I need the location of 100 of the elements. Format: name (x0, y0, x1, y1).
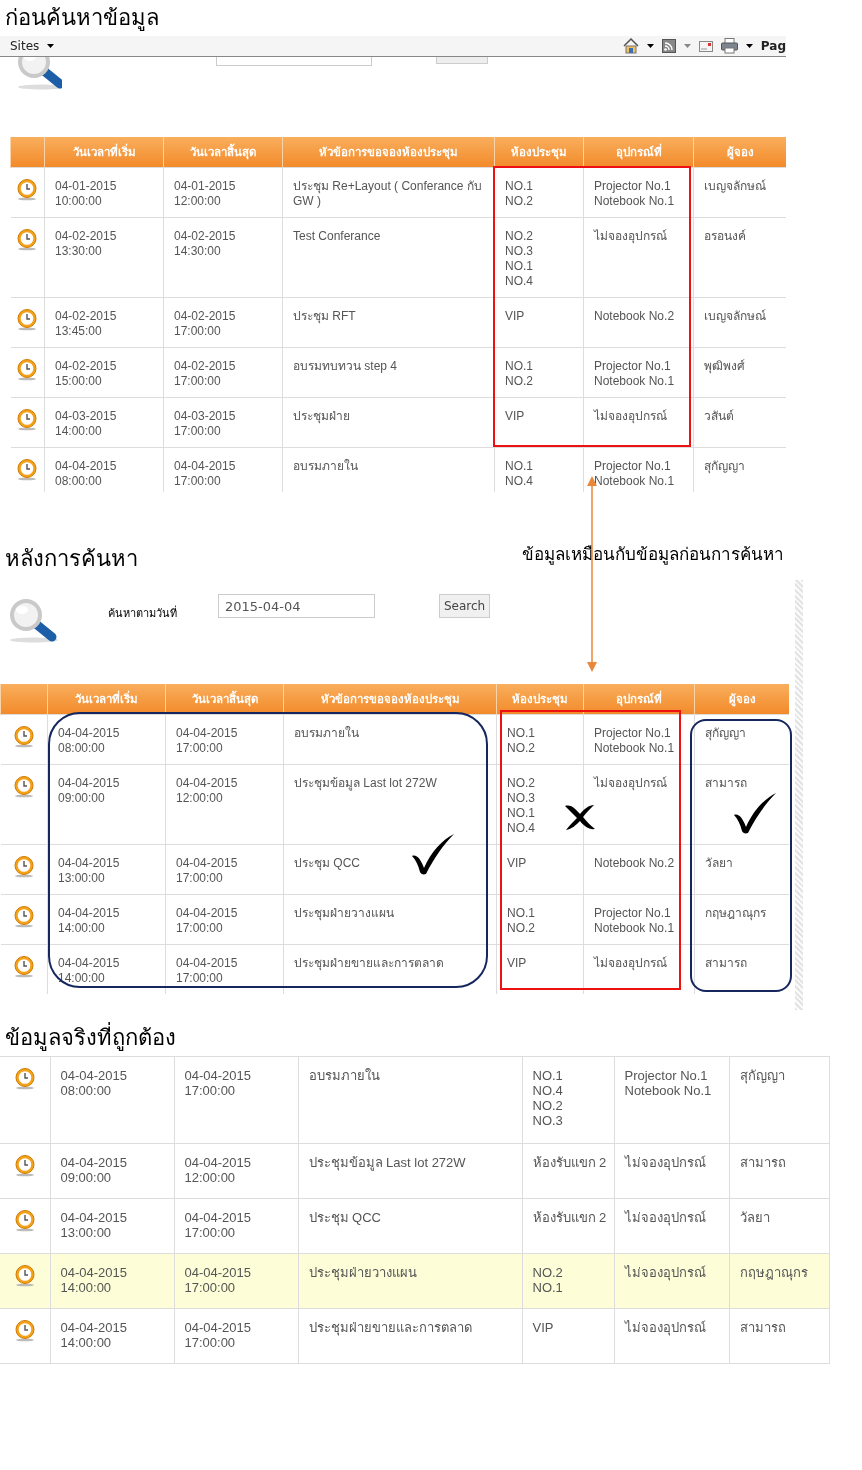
clock-icon (12, 724, 35, 748)
table-cell: Test Conferance (282, 217, 495, 297)
table-cell: สามารถ (729, 1143, 830, 1198)
table-cell: ไม่จองอุปกรณ์ (614, 1253, 729, 1308)
table-cell: 04-04-2015 12:00:00 (174, 1143, 298, 1198)
clock-icon (16, 457, 39, 481)
clock-icon (16, 407, 39, 431)
column-header: ผู้จอง (694, 684, 789, 714)
field-label: ค้นหาตามวันที่ (108, 604, 178, 622)
table-cell: Notebook No.2 (583, 844, 695, 894)
table-cell: 04-01-2015 10:00:00 (44, 167, 164, 217)
table-cell: 04-02-2015 13:45:00 (44, 297, 164, 347)
clock-icon (13, 1263, 36, 1287)
table-cell: NO.1 NO.2 (494, 167, 584, 217)
clock-icon (13, 1208, 36, 1232)
table-cell: 04-02-2015 17:00:00 (163, 297, 283, 347)
clock-icon (12, 774, 35, 798)
table-cell: ประชุมฝ่ายขายและการตลาด (283, 944, 497, 994)
table-cell: ประชุม Re+Layout ( Conferance กับ GW ) (282, 167, 495, 217)
table-cell: 04-04-2015 17:00:00 (163, 447, 283, 492)
table-cell: 04-04-2015 17:00:00 (174, 1056, 298, 1143)
table-cell: สามารถ (729, 1308, 830, 1363)
clock-icon (16, 357, 39, 381)
table-cell: เบญจลักษณ์ (693, 297, 786, 347)
date-field[interactable]: 2015-04-04 (218, 594, 375, 618)
section-title: ข้อมูลจริงที่ถูกต้อง (4, 1021, 176, 1053)
table-cell: ห้องรับแขก 2 (522, 1143, 614, 1198)
table-cell: สามารถ (694, 944, 789, 994)
table-cell: 04-02-2015 15:00:00 (44, 347, 164, 397)
table-cell: สุกัญญา (694, 714, 789, 764)
section-title: ก่อนค้นหาข้อมูล (4, 4, 159, 33)
table-cell: ประชุมฝ่ายขายและการตลาด (298, 1308, 522, 1363)
table-cell: 04-04-2015 09:00:00 (47, 764, 166, 844)
table-cell: 04-01-2015 12:00:00 (163, 167, 283, 217)
clock-icon (16, 177, 39, 201)
column-header: วันเวลาสิ้นสุด (163, 137, 283, 167)
table-cell: Projector No.1 Notebook No.1 (583, 714, 695, 764)
table-cell: 04-02-2015 17:00:00 (163, 347, 283, 397)
caret-icon[interactable] (646, 44, 654, 48)
input-field[interactable] (216, 57, 372, 66)
table-cell: เบญจลักษณ์ (693, 167, 786, 217)
table-cell: 04-04-2015 14:00:00 (47, 894, 166, 944)
clock-icon (13, 1318, 36, 1342)
column-header: ห้องประชุม (496, 684, 584, 714)
table-cell: 04-04-2015 12:00:00 (165, 764, 284, 844)
table-cell: 04-04-2015 14:00:00 (50, 1308, 174, 1363)
table-cell: 04-03-2015 14:00:00 (44, 397, 164, 447)
printer-icon[interactable] (720, 38, 738, 54)
caret-icon[interactable] (745, 44, 753, 48)
table-cell: วัลยา (694, 844, 789, 894)
table-cell: ห้องรับแขก 2 (522, 1198, 614, 1253)
table-cell: VIP (494, 397, 584, 447)
table-cell: Projector No.1 Notebook No.1 (614, 1056, 729, 1143)
toolbar-link[interactable]: Pag (760, 39, 786, 53)
table-cell: วสันต์ (693, 397, 786, 447)
table-cell: 04-02-2015 14:30:00 (163, 217, 283, 297)
clock-icon (12, 954, 35, 978)
table-cell: VIP (522, 1308, 614, 1363)
table-cell: 04-04-2015 17:00:00 (165, 844, 284, 894)
table-cell: 04-03-2015 17:00:00 (163, 397, 283, 447)
table-cell: วัลยา (729, 1198, 830, 1253)
toolbar-link[interactable]: Sites (10, 39, 40, 53)
column-header: วันเวลาที่เริ่ม (47, 684, 166, 714)
table-cell: 04-04-2015 17:00:00 (165, 894, 284, 944)
table-cell: ไม่จองอุปกรณ์ (614, 1198, 729, 1253)
home-icon[interactable] (622, 38, 639, 54)
clock-icon (16, 307, 39, 331)
column-header: อุปกรณ์ที่ (583, 137, 694, 167)
table-cell: ไม่จองอุปกรณ์ (614, 1308, 729, 1363)
table-cell: สุกัญญา (693, 447, 786, 492)
table-cell: กฤษฎาณุกร (729, 1253, 830, 1308)
table-cell: 04-04-2015 09:00:00 (50, 1143, 174, 1198)
table-cell: VIP (496, 844, 584, 894)
feed-icon[interactable] (661, 39, 676, 53)
clock-icon (12, 904, 35, 928)
table-cell: 04-04-2015 17:00:00 (165, 944, 284, 994)
table-cell: NO.1 NO.2 (496, 894, 584, 944)
table-cell: 04-04-2015 08:00:00 (50, 1056, 174, 1143)
table-cell: สุกัญญา (729, 1056, 830, 1143)
table-cell: Projector No.1 Notebook No.1 (583, 894, 695, 944)
table-cell: 04-04-2015 08:00:00 (44, 447, 164, 492)
table-cell: อรอนงค์ (693, 217, 786, 297)
table-cell: NO.1 NO.2 (496, 714, 584, 764)
table-cell: กฤษฎาณุกร (694, 894, 789, 944)
clock-icon (12, 854, 35, 878)
section-title: หลังการค้นหา (4, 545, 138, 573)
table-cell: 04-04-2015 17:00:00 (174, 1198, 298, 1253)
column-header: ห้องประชุม (494, 137, 584, 167)
table-cell: 04-02-2015 13:30:00 (44, 217, 164, 297)
clock-icon (16, 227, 39, 251)
table-cell: Projector No.1 Notebook No.1 (583, 347, 694, 397)
column-header: ผู้จอง (693, 137, 786, 167)
table-cell: พุฒิพงศ์ (693, 347, 786, 397)
column-header: หัวข้อการขอจองห้องประชุม (283, 684, 497, 714)
search-button[interactable]: Search (439, 594, 490, 618)
table-cell: ประชุมฝ่าย (282, 397, 495, 447)
clock-icon (13, 1153, 36, 1177)
mail-icon[interactable] (698, 40, 713, 52)
table-cell: ประชุมฝ่ายวางแผน (298, 1253, 522, 1308)
check-mark (410, 832, 456, 876)
